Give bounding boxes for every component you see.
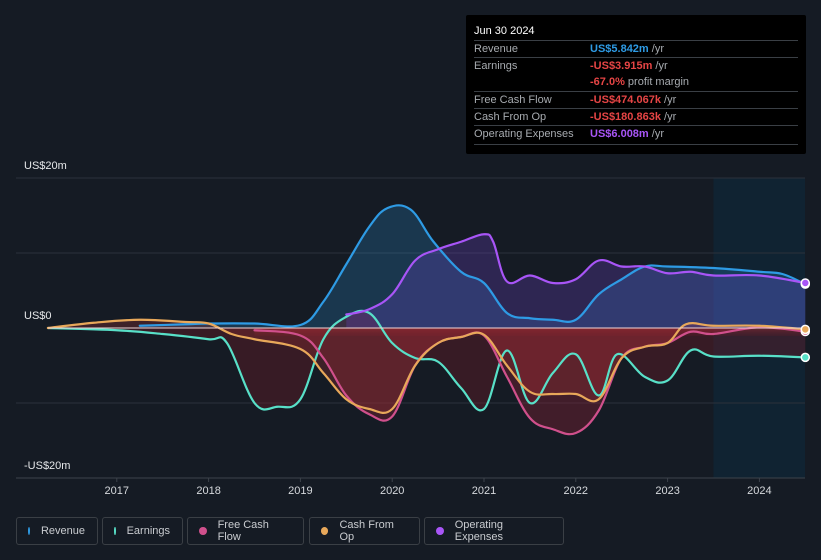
- x-tick-label: 2021: [472, 485, 496, 497]
- tooltip-label: Cash From Op: [474, 111, 547, 123]
- x-tick-label: 2018: [196, 485, 220, 497]
- legend-label: Free Cash Flow: [217, 519, 269, 543]
- tooltip-value: -US$3.915m: [590, 60, 653, 72]
- tooltip-value: -US$180.863k: [590, 111, 661, 123]
- tooltip-row-revenue: Revenue US$5.842m /yr: [474, 40, 798, 58]
- legend-dot-icon: [114, 527, 116, 535]
- tooltip-suffix: /yr: [648, 128, 664, 140]
- x-tick-label: 2019: [288, 485, 312, 497]
- tooltip-suffix: /yr: [660, 94, 677, 106]
- tooltip-suffix: /yr: [660, 111, 677, 123]
- endpoint-cash-from-op: [800, 324, 811, 335]
- tooltip-row-earnings: Earnings -US$3.915m /yr: [474, 57, 798, 75]
- x-tick-label: 2017: [105, 485, 129, 497]
- tooltip-suffix: /yr: [648, 43, 664, 55]
- legend-label: Revenue: [40, 525, 85, 537]
- tooltip-value: US$5.842m: [590, 43, 649, 55]
- legend-dot-icon: [321, 527, 329, 535]
- tooltip-label: Earnings: [474, 60, 518, 72]
- x-tick-label: 2020: [380, 485, 404, 497]
- tooltip-value: -67.0%: [590, 76, 625, 88]
- tooltip-label: Operating Expenses: [474, 128, 574, 140]
- x-tick-label: 2022: [564, 485, 588, 497]
- tooltip-suffix: /yr: [652, 60, 668, 72]
- tooltip-label: Revenue: [474, 43, 519, 55]
- legend-label: Earnings: [126, 525, 170, 537]
- tooltip-date: Jun 30 2024: [474, 25, 535, 37]
- legend-item-free-cash-flow[interactable]: Free Cash Flow: [187, 517, 304, 545]
- tooltip-value: -US$474.067k: [590, 94, 661, 106]
- y-tick-label-top: US$20m: [24, 160, 67, 172]
- legend-label: Operating Expenses: [454, 519, 504, 543]
- tooltip-row-opex: Operating Expenses US$6.008m /yr: [474, 125, 798, 143]
- legend-item-operating-expenses[interactable]: Operating Expenses: [424, 517, 564, 545]
- tooltip-label: Free Cash Flow: [474, 94, 552, 106]
- y-tick-label-zero: US$0: [24, 310, 52, 322]
- tooltip-row-cfo: Cash From Op -US$180.863k /yr: [474, 108, 798, 126]
- x-axis: 2017 2018 2019 2020 2021 2022 2023 2024: [105, 478, 772, 497]
- y-tick-label-bottom: -US$20m: [24, 460, 71, 472]
- tooltip-row-fcf: Free Cash Flow -US$474.067k /yr: [474, 91, 798, 109]
- legend-label: Cash From Op: [339, 519, 394, 543]
- x-tick-label: 2024: [747, 485, 771, 497]
- tooltip: Jun 30 2024 Revenue US$5.842m /yr Earnin…: [466, 15, 806, 154]
- endpoint-operating-expenses: [800, 278, 811, 288]
- legend-dot-icon: [28, 527, 30, 535]
- tooltip-suffix: profit margin: [624, 76, 690, 88]
- legend-item-revenue[interactable]: Revenue: [16, 517, 98, 545]
- tooltip-value: US$6.008m: [590, 128, 649, 140]
- legend-item-earnings[interactable]: Earnings: [102, 517, 183, 545]
- legend-dot-icon: [436, 527, 444, 535]
- x-tick-label: 2023: [655, 485, 679, 497]
- tooltip-divider: [474, 144, 798, 145]
- legend-dot-icon: [199, 527, 207, 535]
- legend-item-cash-from-op[interactable]: Cash From Op: [309, 517, 420, 545]
- tooltip-row-profit-margin: -67.0% profit margin: [474, 74, 798, 91]
- endpoint-earnings: [800, 352, 811, 363]
